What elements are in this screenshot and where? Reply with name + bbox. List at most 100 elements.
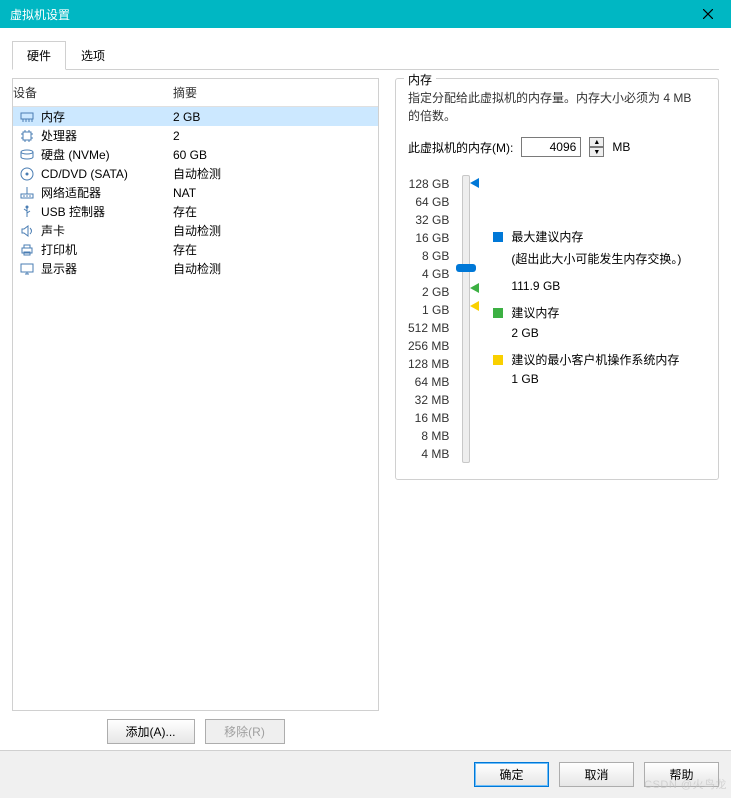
usb-icon — [19, 204, 35, 220]
hw-summary: 自动检测 — [173, 165, 378, 182]
hw-name: CD/DVD (SATA) — [41, 167, 128, 181]
slider-thumb[interactable] — [456, 264, 476, 272]
left-panel: 设备 摘要 内存2 GB处理器2硬盘 (NVMe)60 GBCD/DVD (SA… — [12, 78, 379, 752]
help-button[interactable]: 帮助 — [644, 762, 719, 787]
memory-groupbox: 内存 指定分配给此虚拟机的内存量。内存大小必须为 4 MB 的倍数。 此虚拟机的… — [395, 78, 719, 480]
hw-summary: NAT — [173, 186, 378, 200]
slider-tick: 64 MB — [415, 373, 450, 391]
display-icon — [19, 261, 35, 277]
marker-min — [470, 301, 479, 311]
cancel-button[interactable]: 取消 — [559, 762, 634, 787]
spinner-up[interactable]: ▲ — [589, 137, 604, 147]
legend-min-value: 1 GB — [511, 372, 681, 386]
slider-tick: 4 MB — [421, 445, 449, 463]
slider-tick: 16 MB — [415, 409, 450, 427]
memory-slider-area: 128 GB64 GB32 GB16 GB8 GB4 GB2 GB1 GB512… — [408, 175, 706, 463]
add-button[interactable]: 添加(A)... — [107, 719, 195, 744]
hw-summary: 存在 — [173, 203, 378, 220]
hw-row-net[interactable]: 网络适配器 NAT — [13, 183, 378, 202]
slider-tick: 64 GB — [415, 193, 449, 211]
slider-bg — [462, 175, 470, 463]
memory-description: 指定分配给此虚拟机的内存量。内存大小必须为 4 MB 的倍数。 — [408, 89, 706, 125]
hw-name: 内存 — [41, 108, 65, 125]
groupbox-title: 内存 — [404, 71, 436, 88]
slider-ticks: 128 GB64 GB32 GB16 GB8 GB4 GB2 GB1 GB512… — [408, 175, 449, 463]
hw-name: 处理器 — [41, 127, 77, 144]
col-header-summary: 摘要 — [173, 82, 378, 103]
hw-row-usb[interactable]: USB 控制器 存在 — [13, 202, 378, 221]
hw-row-cpu[interactable]: 处理器 2 — [13, 126, 378, 145]
memory-unit: MB — [612, 140, 630, 154]
square-icon-green — [493, 308, 503, 318]
panels: 设备 摘要 内存2 GB处理器2硬盘 (NVMe)60 GBCD/DVD (SA… — [12, 70, 719, 752]
slider-tick: 128 MB — [408, 355, 449, 373]
slider-tick: 8 MB — [421, 427, 449, 445]
memory-icon — [19, 109, 35, 125]
legend-rec: 建议内存 — [493, 305, 681, 322]
slider-tick: 1 GB — [422, 301, 449, 319]
hardware-list: 设备 摘要 内存2 GB处理器2硬盘 (NVMe)60 GBCD/DVD (SA… — [12, 78, 379, 711]
slider-tick: 2 GB — [422, 283, 449, 301]
memory-input[interactable] — [521, 137, 581, 157]
hw-summary: 自动检测 — [173, 260, 378, 277]
hw-summary: 2 — [173, 129, 378, 143]
memory-spinner: ▲ ▼ — [589, 137, 604, 157]
hw-summary: 存在 — [173, 241, 378, 258]
cpu-icon — [19, 128, 35, 144]
legend-max-title: 最大建议内存 — [511, 229, 583, 246]
slider-tick: 256 MB — [408, 337, 449, 355]
hw-name: 显示器 — [41, 260, 77, 277]
right-panel: 内存 指定分配给此虚拟机的内存量。内存大小必须为 4 MB 的倍数。 此虚拟机的… — [395, 78, 719, 752]
legend: 最大建议内存 (超出此大小可能发生内存交换。) 111.9 GB 建议内存 2 … — [493, 175, 681, 463]
tab-bar: 硬件 选项 — [12, 40, 719, 70]
hw-name: USB 控制器 — [41, 203, 105, 220]
cd-icon — [19, 166, 35, 182]
slider-tick: 16 GB — [415, 229, 449, 247]
spinner-down[interactable]: ▼ — [589, 147, 604, 157]
hw-name: 硬盘 (NVMe) — [41, 146, 110, 163]
marker-max — [470, 178, 479, 188]
col-header-device: 设备 — [13, 82, 173, 103]
tab-options[interactable]: 选项 — [66, 41, 120, 70]
titlebar: 虚拟机设置 — [0, 0, 731, 28]
hw-name: 网络适配器 — [41, 184, 101, 201]
hw-row-printer[interactable]: 打印机 存在 — [13, 240, 378, 259]
legend-rec-value: 2 GB — [511, 326, 681, 340]
hw-row-sound[interactable]: 声卡 自动检测 — [13, 221, 378, 240]
legend-max: 最大建议内存 — [493, 229, 681, 246]
legend-min: 建议的最小客户机操作系统内存 — [493, 352, 681, 369]
hw-name: 打印机 — [41, 241, 77, 258]
square-icon-yellow — [493, 355, 503, 365]
memory-input-row: 此虚拟机的内存(M): ▲ ▼ MB — [408, 137, 706, 157]
printer-icon — [19, 242, 35, 258]
slider-tick: 4 GB — [422, 265, 449, 283]
hw-row-memory[interactable]: 内存2 GB — [13, 107, 378, 126]
hw-summary: 自动检测 — [173, 222, 378, 239]
hw-row-cd[interactable]: CD/DVD (SATA) 自动检测 — [13, 164, 378, 183]
slider-tick: 128 GB — [409, 175, 450, 193]
content-area: 硬件 选项 设备 摘要 内存2 GB处理器2硬盘 (NVMe)60 GBCD/D… — [0, 28, 731, 750]
tab-hardware[interactable]: 硬件 — [12, 41, 66, 70]
sound-icon — [19, 223, 35, 239]
hw-button-row: 添加(A)... 移除(R) — [12, 711, 379, 752]
footer: 确定 取消 帮助 — [0, 750, 731, 798]
window-title: 虚拟机设置 — [10, 6, 70, 23]
hw-name: 声卡 — [41, 222, 65, 239]
remove-button[interactable]: 移除(R) — [205, 719, 285, 744]
hw-header-row: 设备 摘要 — [13, 79, 378, 107]
disk-icon — [19, 147, 35, 163]
slider-tick: 8 GB — [422, 247, 449, 265]
close-button[interactable] — [693, 2, 723, 26]
legend-max-value: 111.9 GB — [511, 279, 681, 293]
slider-tick: 32 MB — [415, 391, 450, 409]
ok-button[interactable]: 确定 — [474, 762, 549, 787]
net-icon — [19, 185, 35, 201]
hw-row-disk[interactable]: 硬盘 (NVMe)60 GB — [13, 145, 378, 164]
slider-tick: 32 GB — [415, 211, 449, 229]
slider-track[interactable] — [455, 175, 477, 463]
legend-min-title: 建议的最小客户机操作系统内存 — [511, 352, 679, 369]
legend-max-note: (超出此大小可能发生内存交换。) — [511, 250, 681, 267]
legend-rec-title: 建议内存 — [511, 305, 559, 322]
square-icon-blue — [493, 232, 503, 242]
hw-row-display[interactable]: 显示器 自动检测 — [13, 259, 378, 278]
